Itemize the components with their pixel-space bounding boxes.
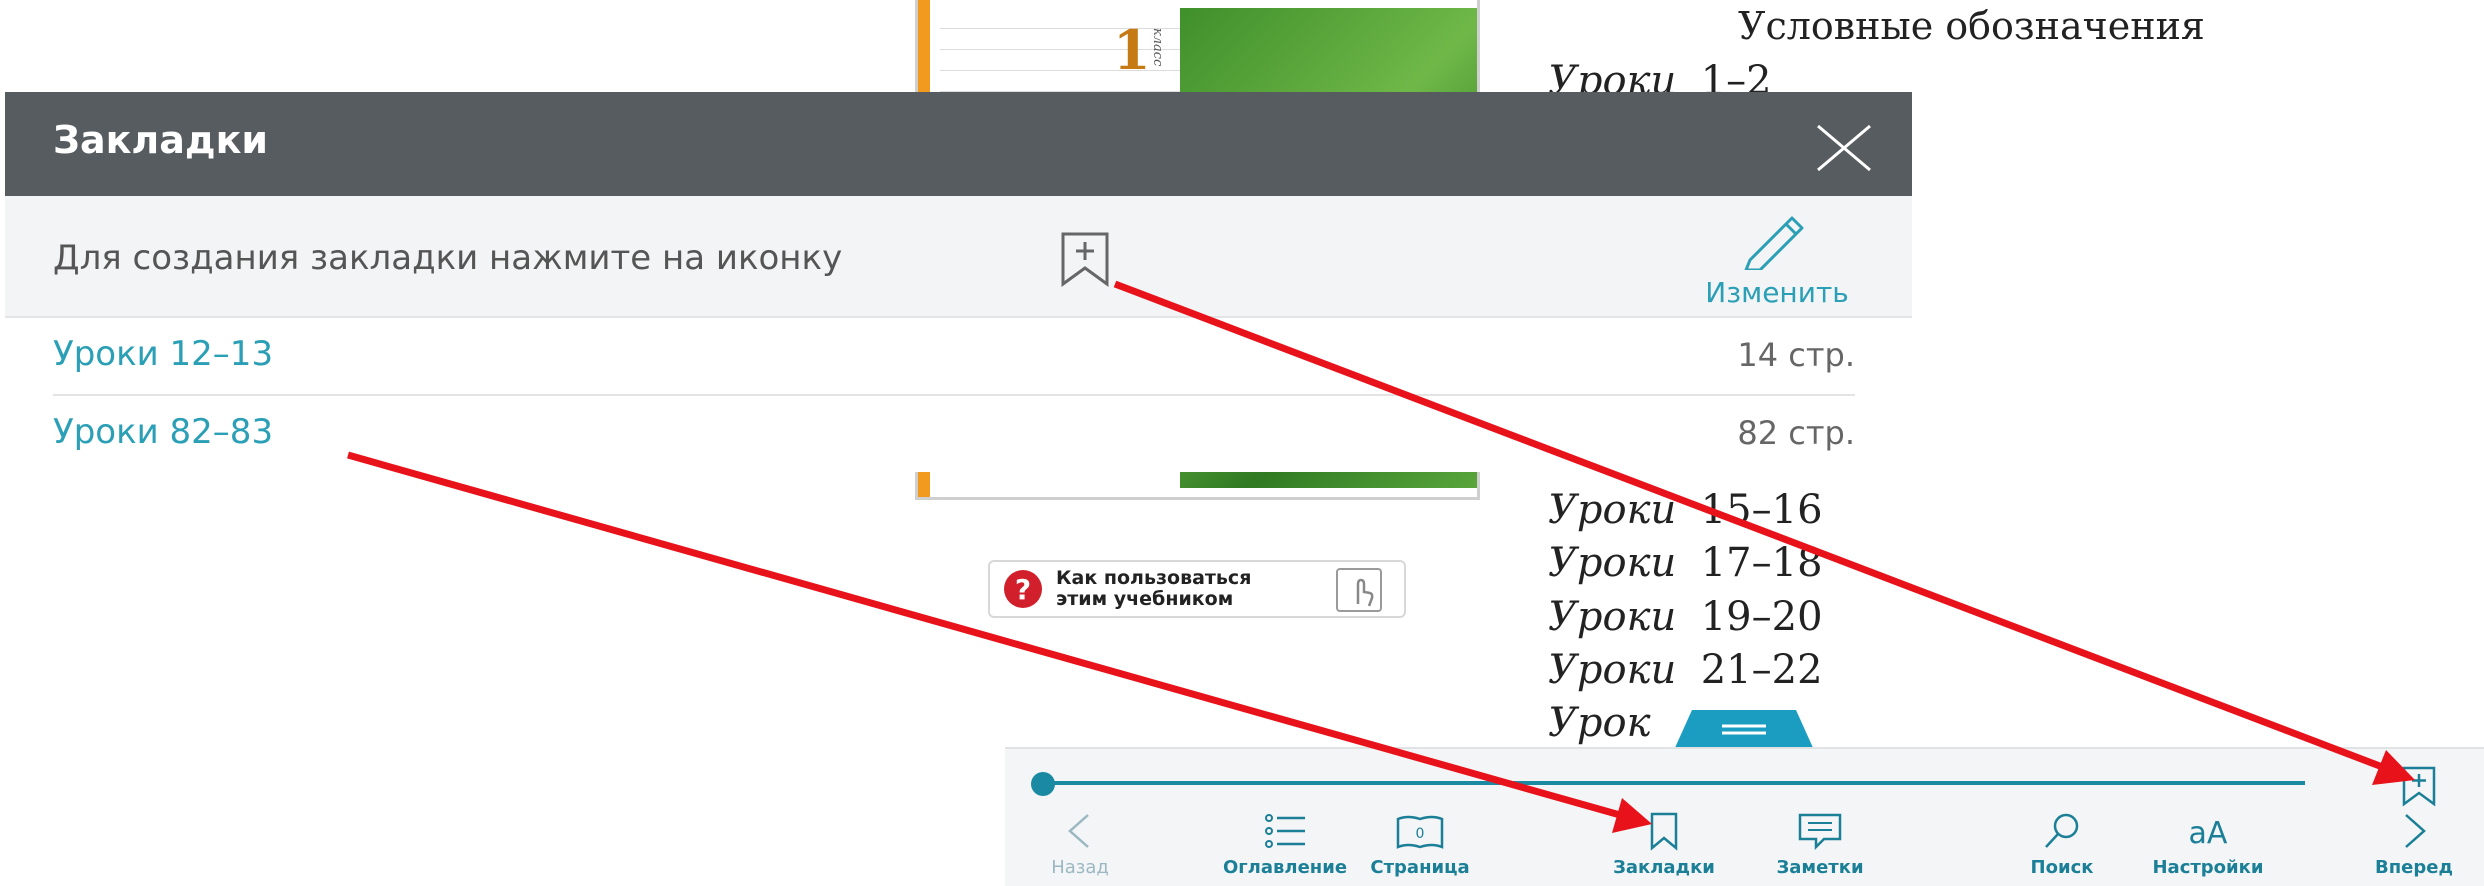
how-to-use-button[interactable]: ? Как пользоваться этим учебником (988, 560, 1406, 618)
cover-grade-number: 1 (1113, 18, 1151, 82)
notes-button[interactable]: Заметки (1735, 811, 1905, 886)
bookmarks-label: Закладки (1613, 857, 1715, 878)
page-label: Страница (1370, 857, 1470, 878)
bookmark-icon (1650, 812, 1678, 851)
bookmark-title[interactable]: Уроки 82–83 (53, 412, 273, 452)
edit-bookmarks-button[interactable]: Изменить (1682, 206, 1872, 311)
settings-button[interactable]: aA Настройки (2123, 811, 2293, 886)
back-label: Назад (1051, 857, 1109, 878)
cover-grade-word: класс (1150, 28, 1165, 67)
forward-button[interactable]: Вперед (2329, 811, 2484, 886)
toc-title: Условные обозначения (1738, 4, 2205, 48)
close-icon (1817, 124, 1871, 172)
bookmark-item[interactable]: Уроки 12–13 14 стр. (53, 318, 1855, 396)
list-icon (1265, 814, 1305, 848)
chevron-right-icon (2405, 814, 2426, 848)
hint-text: Для создания закладки нажмите на иконку (53, 238, 843, 278)
bookmark-item[interactable]: Уроки 82–83 82 стр. (53, 396, 1855, 474)
add-bookmark-button[interactable] (2401, 765, 2437, 807)
page-number: 0 (1416, 826, 1425, 842)
page-progress-knob[interactable] (1031, 772, 1055, 796)
page-progress-track[interactable] (1045, 781, 2305, 785)
forward-label: Вперед (2375, 857, 2453, 878)
close-button[interactable] (1814, 118, 1874, 178)
bookmark-add-icon (2402, 766, 2436, 807)
bookmark-add-icon (1059, 230, 1111, 288)
drawer-handle[interactable] (1654, 710, 1834, 750)
chevron-left-icon (1068, 814, 1089, 848)
bookmark-page: 82 стр. (1737, 414, 1855, 452)
edit-label: Изменить (1705, 276, 1849, 309)
toc-row-range: 19–20 (1700, 594, 1823, 640)
bottom-toolbar: Назад Оглавление 0 Страница Закладки Зам… (1005, 747, 2484, 886)
toc-row[interactable]: Уроки 21–22 (1548, 647, 1823, 693)
search-icon (2045, 813, 2079, 848)
how-to-use-line1: Как пользоваться (1056, 567, 1252, 589)
toc-row-word: Уроки (1548, 647, 1677, 693)
bookmark-title[interactable]: Уроки 12–13 (53, 334, 273, 374)
page-button[interactable]: 0 Страница (1335, 811, 1505, 886)
note-icon (1798, 813, 1842, 851)
toc-row[interactable]: Уроки 15–16 (1548, 487, 1823, 533)
toc-row-range: 15–16 (1700, 487, 1823, 533)
open-book-icon: 0 (1396, 815, 1444, 849)
bookmark-page: 14 стр. (1737, 336, 1855, 374)
toc-row[interactable]: Уроки 19–20 (1548, 594, 1823, 640)
svg-text:aA: aA (2189, 816, 2228, 851)
search-button[interactable]: Поиск (1977, 811, 2147, 886)
notes-label: Заметки (1776, 857, 1864, 878)
pencil-icon (1740, 210, 1810, 272)
hint-bar: Для создания закладки нажмите на иконку … (5, 196, 1912, 318)
toc-row[interactable]: Уроки 17–18 (1548, 540, 1823, 586)
toc-row-range: 21–22 (1700, 647, 1823, 693)
tap-hand-icon (1336, 568, 1382, 612)
how-to-use-line2: этим учебником (1056, 588, 1234, 610)
panel-title: Закладки (53, 118, 269, 162)
bookmarks-panel: Закладки Для создания закладки нажмите н… (5, 92, 1912, 472)
toc-row-word: Уроки (1548, 487, 1677, 533)
toc-row-word: Уроки (1548, 594, 1677, 640)
panel-header: Закладки (5, 92, 1912, 196)
how-to-use-label: Как пользоваться этим учебником (1056, 568, 1251, 610)
toc-row-range: 17–18 (1700, 540, 1823, 586)
settings-label: Настройки (2152, 857, 2264, 878)
back-button[interactable]: Назад (995, 811, 1165, 886)
toc-row-word: Уроки (1548, 540, 1677, 586)
font-size-icon: aA (2189, 816, 2228, 851)
question-icon: ? (1004, 570, 1042, 608)
search-label: Поиск (2030, 857, 2094, 878)
bookmarks-button[interactable]: Закладки (1579, 811, 1749, 886)
